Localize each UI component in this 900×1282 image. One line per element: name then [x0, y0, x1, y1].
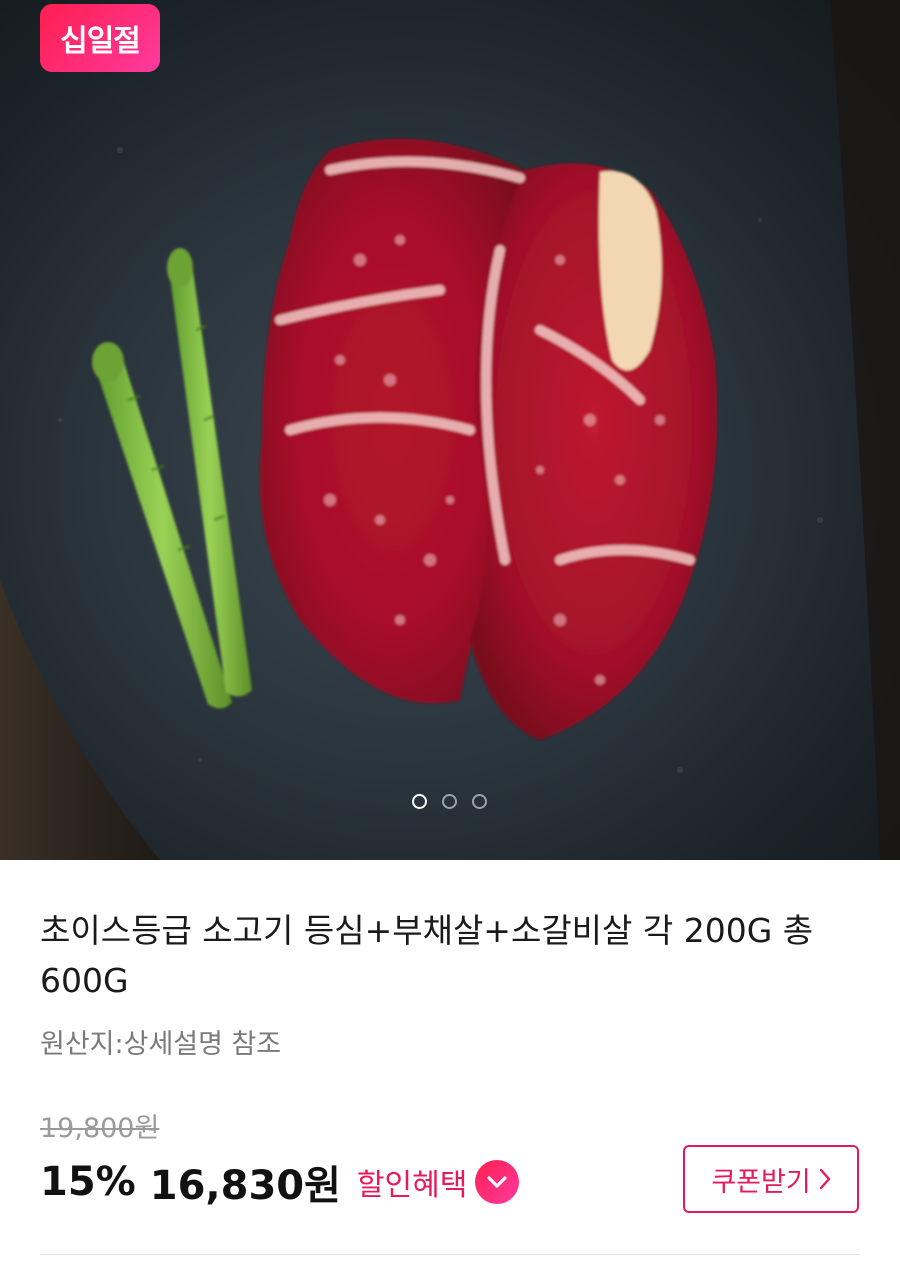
carousel-dot-1[interactable]: [412, 794, 427, 809]
asparagus: [92, 248, 252, 709]
discount-benefit-link[interactable]: 할인혜택: [356, 1160, 520, 1204]
section-divider: [40, 1254, 860, 1255]
original-price: 19,800원: [40, 1113, 160, 1144]
product-photo: [0, 0, 900, 860]
sale-price: 16,830원: [149, 1163, 341, 1209]
chevron-down-icon: [475, 1160, 520, 1204]
product-image-carousel[interactable]: 십일절: [0, 0, 900, 860]
carousel-indicators: [412, 794, 487, 809]
product-origin: 원산지:상세설명 참조: [40, 1029, 282, 1060]
steak: [259, 138, 718, 741]
discount-benefit-label: 할인혜택: [356, 1168, 468, 1203]
chevron-right-icon: [819, 1168, 831, 1190]
carousel-dot-3[interactable]: [472, 794, 487, 809]
discount-rate: 15%: [40, 1159, 136, 1205]
event-badge: 십일절: [40, 4, 160, 72]
carousel-dot-2[interactable]: [442, 794, 457, 809]
product-title: 초이스등급 소고기 등심+부채살+소갈비살 각 200G 총 600G: [40, 911, 814, 1000]
price-row: 15% 16,830원 할인혜택: [40, 1152, 520, 1212]
coupon-button-label: 쿠폰받기: [711, 1166, 811, 1198]
coupon-download-button[interactable]: 쿠폰받기: [683, 1145, 859, 1213]
